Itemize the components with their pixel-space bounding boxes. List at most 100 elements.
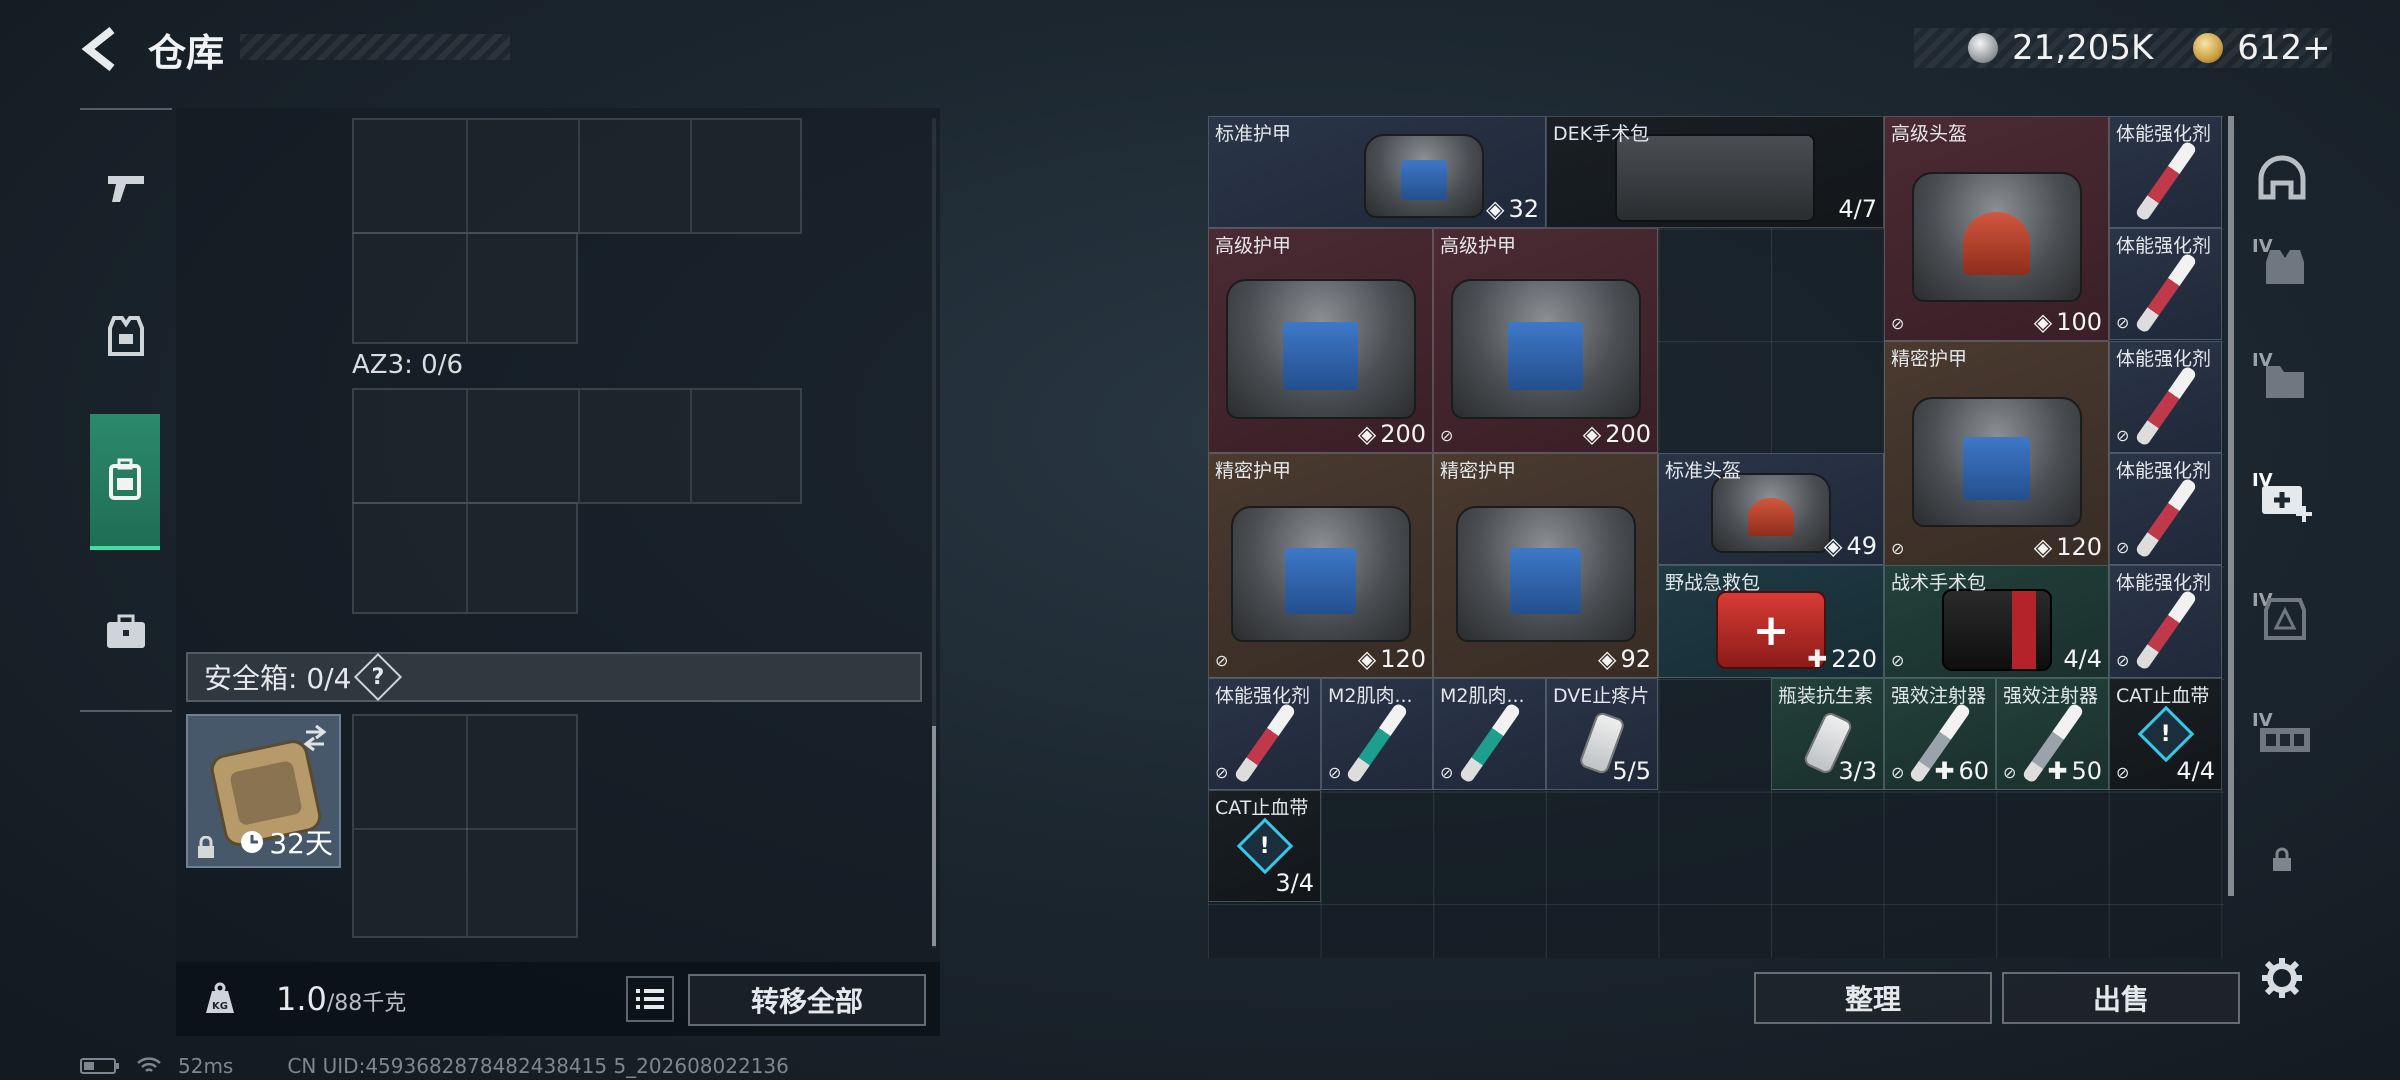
no-insure-icon: ⊘ bbox=[2116, 538, 2130, 557]
item-name: 标准头盔 bbox=[1665, 460, 1742, 482]
item-name: 强效注射器 bbox=[1891, 685, 1987, 707]
silver-currency-amount: 21,205K bbox=[2012, 28, 2154, 68]
stash-item-stamina-booster[interactable]: 体能强化剂 ⊘ bbox=[2109, 565, 2222, 678]
settings-button[interactable] bbox=[2256, 952, 2308, 1004]
weight-max: /88千克 bbox=[326, 991, 407, 1016]
stash-scrollbar[interactable] bbox=[2228, 116, 2234, 896]
item-heal-amount: ✚ 220 bbox=[1807, 645, 1877, 673]
vest-icon bbox=[2266, 250, 2304, 284]
folder-icon bbox=[2266, 366, 2304, 398]
stash-item-advanced-armor[interactable]: 高级护甲 ⊘ ◈ 200 bbox=[1433, 228, 1658, 453]
stash-item-precision-armor[interactable]: 精密护甲 ◈ 92 bbox=[1433, 453, 1658, 678]
nav-weapons[interactable] bbox=[80, 140, 172, 236]
item-name: 高级头盔 bbox=[1891, 123, 1968, 145]
stash-item-standard-helmet[interactable]: 标准头盔 ◈ 49 bbox=[1658, 453, 1884, 565]
stash-item-standard-armor[interactable]: 标准护甲 ◈ 32 bbox=[1208, 116, 1546, 228]
item-name: DVE止疼片 bbox=[1553, 685, 1650, 707]
stash-item-stamina-booster[interactable]: 体能强化剂 ⊘ bbox=[2109, 341, 2222, 453]
stash-item-advanced-helmet[interactable]: 高级头盔 ⊘ ◈ 100 bbox=[1884, 116, 2109, 341]
clock-icon bbox=[241, 831, 264, 853]
stash-item-precision-armor[interactable]: 精密护甲 ⊘ ◈ 120 bbox=[1884, 341, 2109, 566]
item-durability: ◈ 92 bbox=[1597, 645, 1651, 673]
no-insure-icon: ⊘ bbox=[1891, 763, 1905, 782]
stash-item-dek-surgery-kit[interactable]: DEK手术包 4/7 bbox=[1546, 116, 1884, 228]
item-name: CAT止血带 bbox=[1215, 797, 1309, 819]
no-insure-icon: ⊘ bbox=[2003, 763, 2017, 782]
stash-item-potent-injector[interactable]: 强效注射器 ⊘ ✚ 60 bbox=[1884, 678, 1996, 790]
stash-item-dve-painkiller[interactable]: DVE止疼片 5/5 bbox=[1546, 678, 1658, 790]
stash-item-stamina-booster[interactable]: 体能强化剂 ⊘ bbox=[1208, 678, 1321, 790]
no-insure-icon: ⊘ bbox=[2116, 426, 2130, 445]
nav-tier4-vest[interactable]: IV bbox=[2244, 216, 2320, 312]
weight-bar: KG 1.0/88千克 转移全部 bbox=[176, 962, 940, 1036]
transfer-all-button[interactable]: 转移全部 bbox=[688, 974, 926, 1026]
stash-item-stamina-booster[interactable]: 体能强化剂 ⊘ bbox=[2109, 228, 2222, 340]
silver-coin-icon bbox=[1968, 33, 1998, 63]
safe-box-slot-grid[interactable] bbox=[352, 714, 578, 938]
item-name: 体能强化剂 bbox=[2116, 572, 2212, 594]
weight-current: 1.0 bbox=[276, 980, 327, 1018]
list-view-button[interactable] bbox=[626, 976, 674, 1022]
item-heal-amount: ✚ 60 bbox=[1934, 757, 1989, 785]
item-name: CAT止血带 bbox=[2116, 685, 2210, 707]
gold-currency-amount[interactable]: 612+ bbox=[2237, 28, 2330, 68]
az3-slot-grid[interactable] bbox=[352, 502, 578, 614]
stash-grid-panel: 标准护甲 ◈ 32 DEK手术包 4/7 高级头盔 ⊘ ◈ 100 体能强化剂 … bbox=[1208, 116, 2224, 958]
item-durability: ◈ 100 bbox=[2033, 308, 2102, 336]
stash-item-cat-tourniquet[interactable]: ! CAT止血带 3/4 bbox=[1208, 790, 1321, 902]
sort-button[interactable]: 整理 bbox=[1754, 972, 1992, 1024]
help-button[interactable]: ? bbox=[354, 652, 403, 702]
armor-plate-icon bbox=[2264, 598, 2306, 640]
nav-backpack[interactable] bbox=[90, 414, 160, 550]
sell-button[interactable]: 出售 bbox=[2002, 972, 2240, 1024]
stash-item-precision-armor[interactable]: 精密护甲 ⊘ ◈ 120 bbox=[1208, 453, 1433, 678]
stash-item-tactical-surgery-kit[interactable]: 战术手术包 ⊘ 4/4 bbox=[1884, 565, 2109, 678]
item-name: 高级护甲 bbox=[1215, 235, 1292, 257]
wifi-icon bbox=[137, 1057, 161, 1072]
back-button[interactable] bbox=[78, 24, 124, 74]
item-count: 5/5 bbox=[1612, 757, 1651, 785]
az3-slot-grid[interactable] bbox=[352, 388, 802, 504]
item-name: 瓶装抗生素 bbox=[1778, 685, 1874, 707]
item-name: 体能强化剂 bbox=[2116, 123, 2212, 145]
item-name: 精密护甲 bbox=[1215, 460, 1292, 482]
container-slot-grid[interactable] bbox=[352, 232, 578, 344]
item-name: M2肌肉... bbox=[1328, 685, 1413, 707]
item-name: 强效注射器 bbox=[2003, 685, 2099, 707]
gold-coin-icon bbox=[2193, 33, 2224, 63]
no-insure-icon: ⊘ bbox=[1440, 763, 1454, 782]
nav-tier4-rig[interactable]: IV bbox=[2244, 690, 2320, 786]
safe-box-header: 安全箱: 0/4 ? bbox=[186, 652, 922, 702]
nav-tier4-plate[interactable]: IV bbox=[2244, 570, 2320, 666]
nav-briefcase[interactable] bbox=[80, 584, 172, 680]
nav-tier4-folder[interactable]: IV bbox=[2244, 330, 2320, 426]
item-name: M2肌肉... bbox=[1440, 685, 1525, 707]
stash-item-stamina-booster[interactable]: 体能强化剂 ⊘ bbox=[2109, 453, 2222, 565]
nav-armor[interactable] bbox=[80, 288, 172, 384]
status-footer: 52ms CN UID:4593682878482438415 5_202608… bbox=[80, 1054, 789, 1078]
item-durability: ◈ 200 bbox=[1582, 420, 1651, 448]
nav-helmet[interactable] bbox=[2244, 130, 2320, 226]
safe-box-duration: 32天 bbox=[239, 822, 333, 862]
stash-item-bottled-antibiotics[interactable]: 瓶装抗生素 3/3 bbox=[1771, 678, 1884, 790]
safe-box-item[interactable]: 32天 bbox=[186, 714, 341, 868]
helmet-icon bbox=[2258, 155, 2306, 200]
container-slot-grid[interactable] bbox=[352, 118, 802, 234]
medkit-add-icon bbox=[2262, 486, 2312, 522]
left-scrollbar-thumb[interactable] bbox=[932, 726, 936, 946]
stash-item-potent-injector[interactable]: 强效注射器 ⊘ ✚ 50 bbox=[1996, 678, 2109, 790]
no-insure-icon: ⊘ bbox=[1440, 426, 1454, 445]
weight-readout: 1.0/88千克 bbox=[276, 980, 406, 1018]
stash-item-cat-tourniquet[interactable]: ! CAT止血带 ⊘ 4/4 bbox=[2109, 678, 2222, 790]
nav-tier4-medkit[interactable]: IV bbox=[2244, 450, 2320, 546]
no-insure-icon: ⊘ bbox=[1215, 763, 1229, 782]
item-name: 高级护甲 bbox=[1440, 235, 1517, 257]
lock-icon bbox=[2273, 847, 2291, 871]
stash-item-advanced-armor[interactable]: 高级护甲 ◈ 200 bbox=[1208, 228, 1433, 453]
item-name: 体能强化剂 bbox=[1215, 685, 1311, 707]
stash-item-m2-muscle[interactable]: M2肌肉... ⊘ bbox=[1433, 678, 1546, 790]
stash-item-field-first-aid-kit[interactable]: + 野战急救包 ✚ 220 bbox=[1658, 565, 1884, 678]
stash-item-stamina-booster[interactable]: 体能强化剂 bbox=[2109, 116, 2222, 228]
item-count: 4/4 bbox=[2176, 757, 2215, 785]
stash-item-m2-muscle[interactable]: M2肌肉... ⊘ bbox=[1321, 678, 1433, 790]
